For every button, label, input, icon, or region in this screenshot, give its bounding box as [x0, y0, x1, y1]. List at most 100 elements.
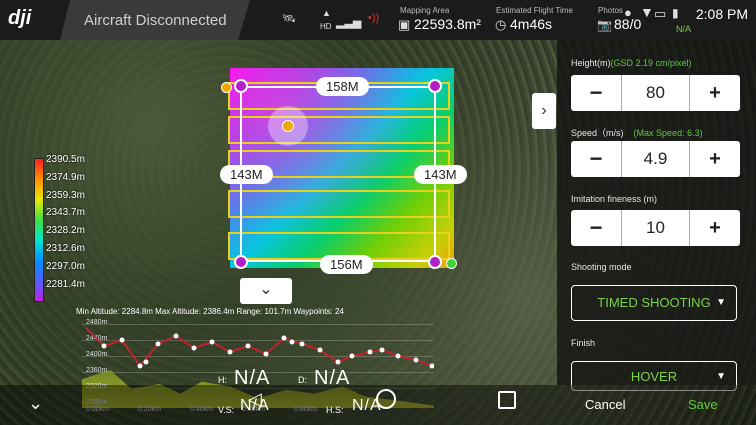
height-minus-button[interactable]: −: [571, 75, 621, 111]
bottom-bar: ⌄ H: N/A D: N/A V.S: N/A H.S: N/A ◁ Canc…: [0, 367, 756, 425]
corner-handle-bottom-right[interactable]: [428, 255, 442, 269]
photos-label: Photos: [598, 6, 623, 15]
fineness-minus-button[interactable]: −: [571, 210, 621, 246]
waypoint: [137, 363, 143, 369]
dropdown-arrow-icon: ▼: [716, 297, 726, 308]
top-status-bar: dji Aircraft Disconnected 🛰 ▲ HD ▂▃▅ •))…: [0, 0, 756, 40]
waypoint: [299, 341, 305, 347]
legend-label: 2343.7m: [46, 207, 85, 219]
hs-label: H.S:: [326, 405, 344, 415]
finish-label: Finish: [571, 338, 596, 348]
shooting-mode-value: TIMED SHOOTING: [597, 295, 711, 310]
screen-icon: ▭: [654, 6, 667, 21]
height-value[interactable]: 80: [621, 75, 690, 111]
collapse-profile-button[interactable]: ⌄: [240, 278, 292, 304]
waypoint: [349, 353, 355, 359]
fineness-plus-button[interactable]: +: [690, 210, 740, 246]
dji-logo-icon[interactable]: dji: [8, 7, 48, 33]
camera-icon: 📷: [597, 18, 612, 32]
shooting-mode-label: Shooting mode: [571, 262, 632, 272]
height-label: Height(m)(GSD 2.19 cm/pixel): [571, 58, 692, 68]
vs-label: V.S:: [218, 405, 235, 415]
waypoint: [317, 347, 323, 353]
speed-value[interactable]: 4.9: [621, 141, 690, 177]
hd-label: HD: [320, 22, 332, 31]
expand-panel-button[interactable]: ›: [532, 93, 556, 129]
legend-label: 2328.2m: [46, 225, 85, 237]
speed-stepper[interactable]: − 4.9 +: [571, 141, 740, 177]
fineness-label: Imitation fineness (m): [571, 194, 658, 204]
dimension-top[interactable]: 158M: [316, 77, 369, 96]
waypoint: [173, 333, 179, 339]
waypoint: [379, 347, 385, 353]
fineness-stepper[interactable]: − 10 +: [571, 210, 740, 246]
battery-na: N/A: [676, 24, 692, 34]
clock-time: 2:08 PM: [695, 6, 748, 22]
wifi-icon: ▼: [640, 4, 654, 20]
elevation-legend-bar: [34, 158, 44, 302]
waypoint: [281, 335, 287, 341]
dimension-bottom[interactable]: 156M: [320, 255, 373, 274]
height-stepper[interactable]: − 80 +: [571, 75, 740, 111]
dimension-right[interactable]: 143M: [414, 165, 467, 184]
flight-time-value: 4m46s: [510, 16, 553, 32]
remote-signal-icon: ▲: [322, 8, 331, 18]
speed-max: (Max Speed: 6.3): [633, 128, 703, 138]
legend-label: 2312.6m: [46, 242, 85, 254]
legend-label: 2374.9m: [46, 171, 85, 183]
d-value: N/A: [314, 367, 351, 389]
elevation-legend-labels: 2390.5m 2374.9m 2359.3m 2343.7m 2328.2m …: [46, 154, 106, 296]
waypoint: [227, 349, 233, 355]
wifi-signal-icon: •)): [368, 12, 380, 24]
back-nav-icon[interactable]: ◁: [248, 389, 262, 410]
aircraft-location-icon[interactable]: [268, 106, 308, 146]
flight-time-label: Estimated Flight Time: [496, 6, 573, 15]
height-plus-button[interactable]: +: [690, 75, 740, 111]
altitude-line: [85, 327, 433, 368]
mapping-area-label: Mapping Area: [400, 6, 450, 15]
height-gsd: (GSD 2.19 cm/pixel): [610, 58, 692, 68]
waypoint: [209, 339, 215, 345]
waypoint: [245, 343, 251, 349]
battery-icon: ▮: [672, 6, 679, 20]
waypoint: [119, 337, 125, 343]
speed-label-text: Speed（m/s): [571, 128, 624, 138]
waypoint: [143, 359, 149, 365]
signal-bars-icon: ▂▃▅: [336, 17, 362, 29]
cancel-button[interactable]: Cancel: [585, 397, 625, 412]
collapse-chevron-icon[interactable]: ⌄: [28, 393, 43, 414]
recent-apps-icon[interactable]: [498, 391, 516, 409]
finish-action-value: HOVER: [630, 369, 678, 384]
start-point: [221, 82, 232, 93]
waypoint: [413, 357, 419, 363]
height-label-text: Height(m): [571, 58, 611, 68]
fineness-value[interactable]: 10: [621, 210, 690, 246]
legend-label: 2281.4m: [46, 278, 85, 290]
waypoint: [191, 345, 197, 351]
corner-handle-bottom-left[interactable]: [234, 255, 248, 269]
h-label: H:: [218, 375, 227, 385]
corner-handle-top-right[interactable]: [428, 79, 442, 93]
speed-label: Speed（m/s) (Max Speed: 6.3): [571, 126, 703, 139]
home-nav-icon[interactable]: [376, 389, 396, 409]
d-label: D:: [298, 375, 307, 385]
speed-minus-button[interactable]: −: [571, 141, 621, 177]
shooting-mode-select[interactable]: TIMED SHOOTING ▼: [571, 285, 737, 321]
waypoint: [263, 351, 269, 357]
legend-label: 2297.0m: [46, 260, 85, 272]
waypoint: [101, 343, 107, 349]
save-button[interactable]: Save: [688, 397, 718, 412]
aircraft-status[interactable]: Aircraft Disconnected: [84, 12, 227, 29]
corner-handle-top-left[interactable]: [234, 79, 248, 93]
waypoint: [289, 339, 295, 345]
profile-summary: Min Altitude: 2284.8m Max Altitude: 2386…: [76, 307, 344, 316]
speed-plus-button[interactable]: +: [690, 141, 740, 177]
dimension-left[interactable]: 143M: [220, 165, 273, 184]
clock-icon: ◷: [495, 17, 507, 32]
location-icon: ●: [624, 5, 632, 20]
mapping-area-value: 22593.8m²: [414, 16, 481, 32]
area-icon: ▣: [398, 17, 411, 32]
waypoint: [155, 341, 161, 347]
waypoint: [367, 349, 373, 355]
legend-label: 2359.3m: [46, 189, 85, 201]
